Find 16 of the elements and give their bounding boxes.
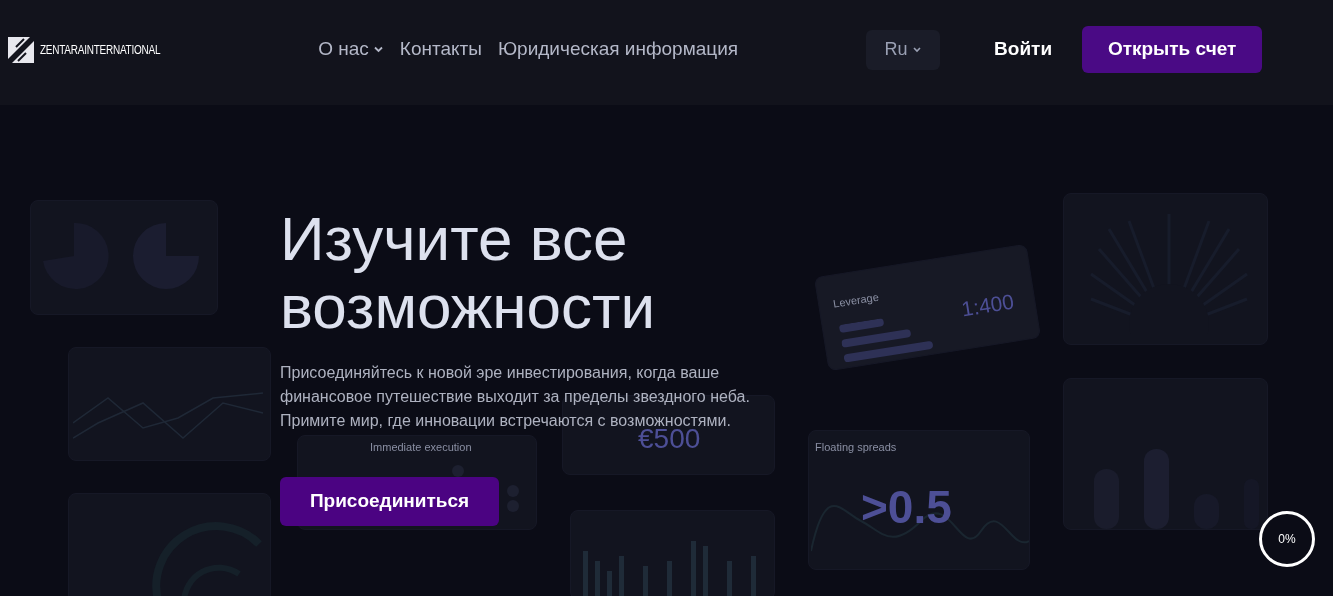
language-select[interactable]: Ru [866,29,941,70]
hero-text: Присоединяйтесь к новой эре инвестирования, когда ваше финансовое путешествие выходит за пределы звездного неба. Примите мир, где инновации встречаются с возможностями. [280,363,751,429]
card-label: Immediate execution [370,440,472,455]
spreads-value: >0.5 [861,480,952,535]
open-account-button[interactable]: Открыть счет [1082,26,1263,73]
logo-text: ZENTARAINTERNATIONAL [40,41,161,59]
card-label: Floating spreads [815,440,897,455]
nav-link[interactable]: Юридическая информация [497,35,739,64]
join-button[interactable]: Присоединиться [280,477,499,526]
card-label: Leverage [832,289,880,312]
nav-link[interactable]: Контакты [399,35,482,64]
leverage-value: 1:400 [959,288,1017,323]
hero-title: Изучите все возможности [280,205,656,341]
nav-link[interactable]: О нас [318,35,384,64]
login-link[interactable]: Войти [994,35,1053,64]
progress-indicator[interactable]: 0% [1259,511,1315,567]
